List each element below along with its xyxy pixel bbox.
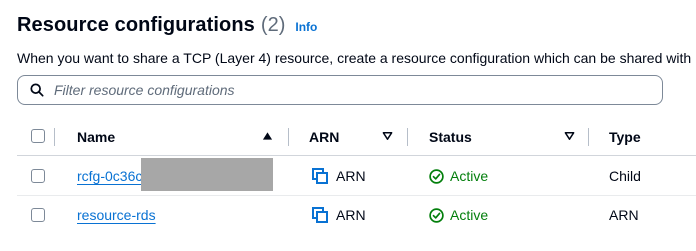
column-divider: [54, 128, 55, 146]
type-cell: ARN: [609, 207, 639, 223]
search-input[interactable]: [52, 81, 636, 99]
check-circle-icon: [429, 207, 444, 223]
caret-down-outline-icon[interactable]: [382, 131, 393, 141]
caret-up-filled-icon[interactable]: [262, 131, 273, 141]
search-icon: [30, 83, 44, 97]
check-circle-icon: [429, 168, 444, 184]
column-header-status[interactable]: Status: [429, 129, 472, 145]
status-indicator: Active: [429, 207, 488, 223]
resource-count: (2): [260, 14, 286, 36]
column-divider[interactable]: [407, 128, 408, 146]
copy-icon: [312, 207, 328, 223]
page-title: Resource configurations: [17, 14, 255, 36]
column-header-arn[interactable]: ARN: [309, 129, 339, 145]
filter-search-box[interactable]: [17, 75, 663, 105]
table-header-divider: [17, 155, 696, 156]
status-indicator: Active: [429, 168, 488, 184]
redacted-block: [141, 158, 273, 191]
column-divider[interactable]: [288, 128, 289, 146]
copy-arn-button[interactable]: ARN: [312, 168, 366, 184]
section-header: Resource configurations (2) Info: [17, 14, 317, 37]
copy-icon: [312, 168, 328, 184]
row-checkbox[interactable]: [31, 169, 45, 183]
select-all-checkbox[interactable]: [31, 129, 45, 143]
row-divider: [17, 195, 696, 196]
column-header-name[interactable]: Name: [77, 129, 115, 145]
type-cell: Child: [609, 168, 641, 184]
resource-name-link[interactable]: resource-rds: [77, 207, 156, 223]
info-link[interactable]: Info: [295, 20, 317, 34]
resource-name-link[interactable]: rcfg-0c36c: [77, 168, 142, 184]
status-text: Active: [450, 168, 489, 184]
section-description: When you want to share a TCP (Layer 4) r…: [17, 50, 692, 66]
arn-label: ARN: [336, 168, 366, 184]
arn-label: ARN: [336, 207, 366, 223]
column-header-type[interactable]: Type: [609, 129, 641, 145]
status-text: Active: [450, 207, 489, 223]
caret-down-outline-icon[interactable]: [564, 131, 575, 141]
copy-arn-button[interactable]: ARN: [312, 207, 366, 223]
row-checkbox[interactable]: [31, 208, 45, 222]
column-divider[interactable]: [588, 128, 589, 146]
